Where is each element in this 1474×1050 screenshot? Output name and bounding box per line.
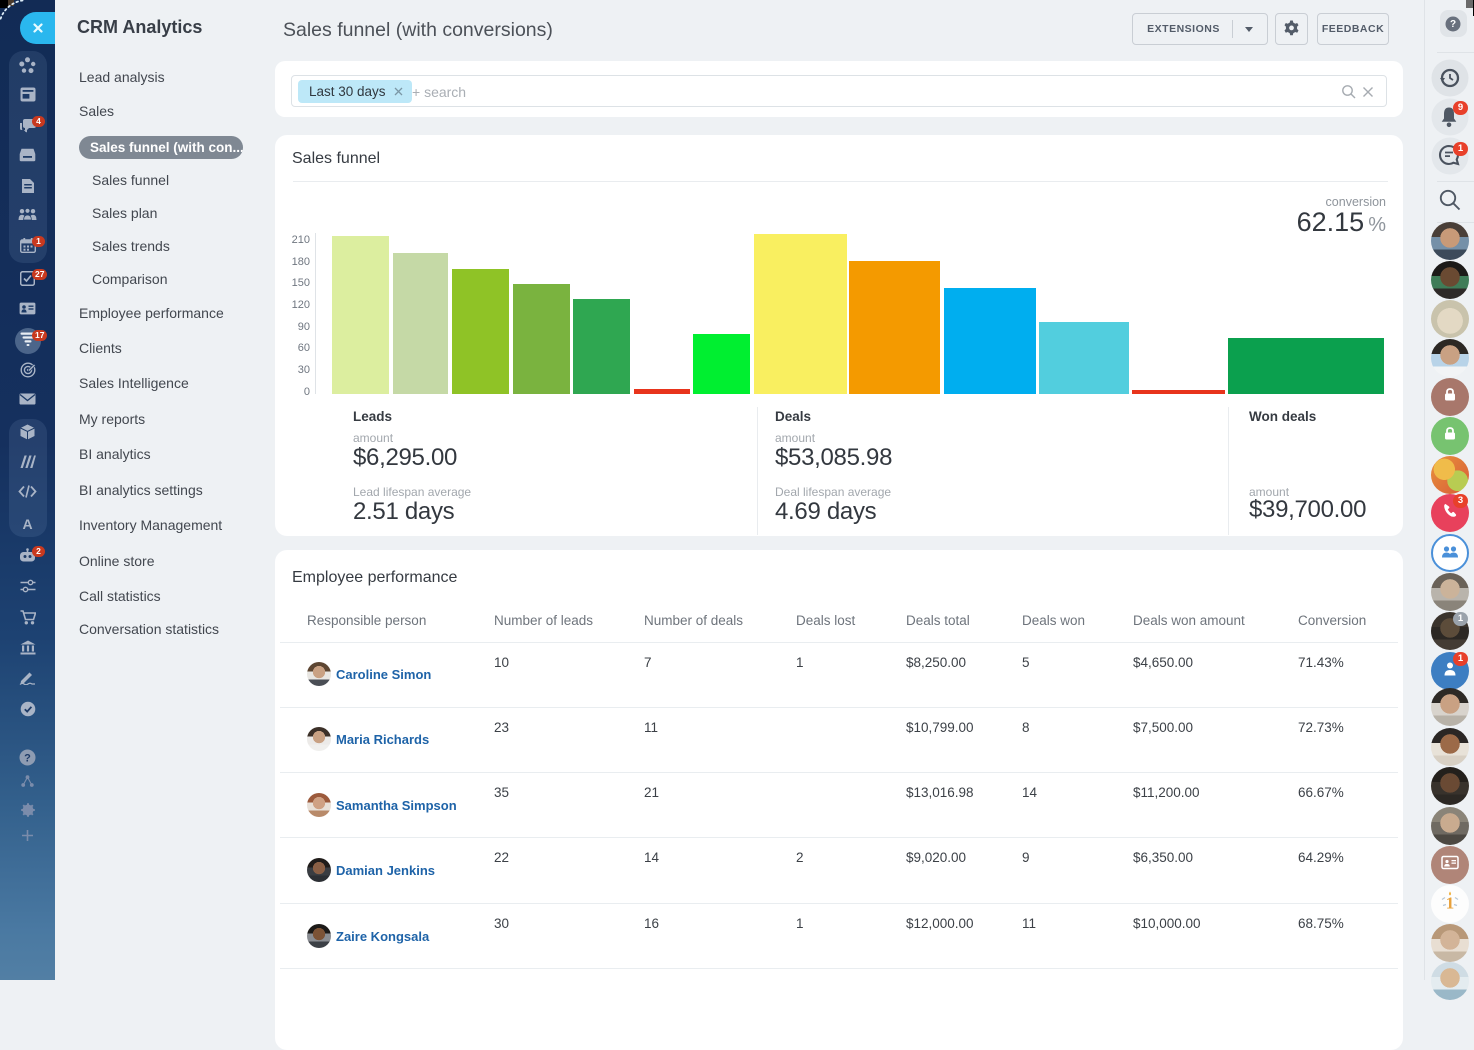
svg-text:1: 1	[1445, 894, 1454, 913]
svg-text:?: ?	[24, 753, 31, 765]
